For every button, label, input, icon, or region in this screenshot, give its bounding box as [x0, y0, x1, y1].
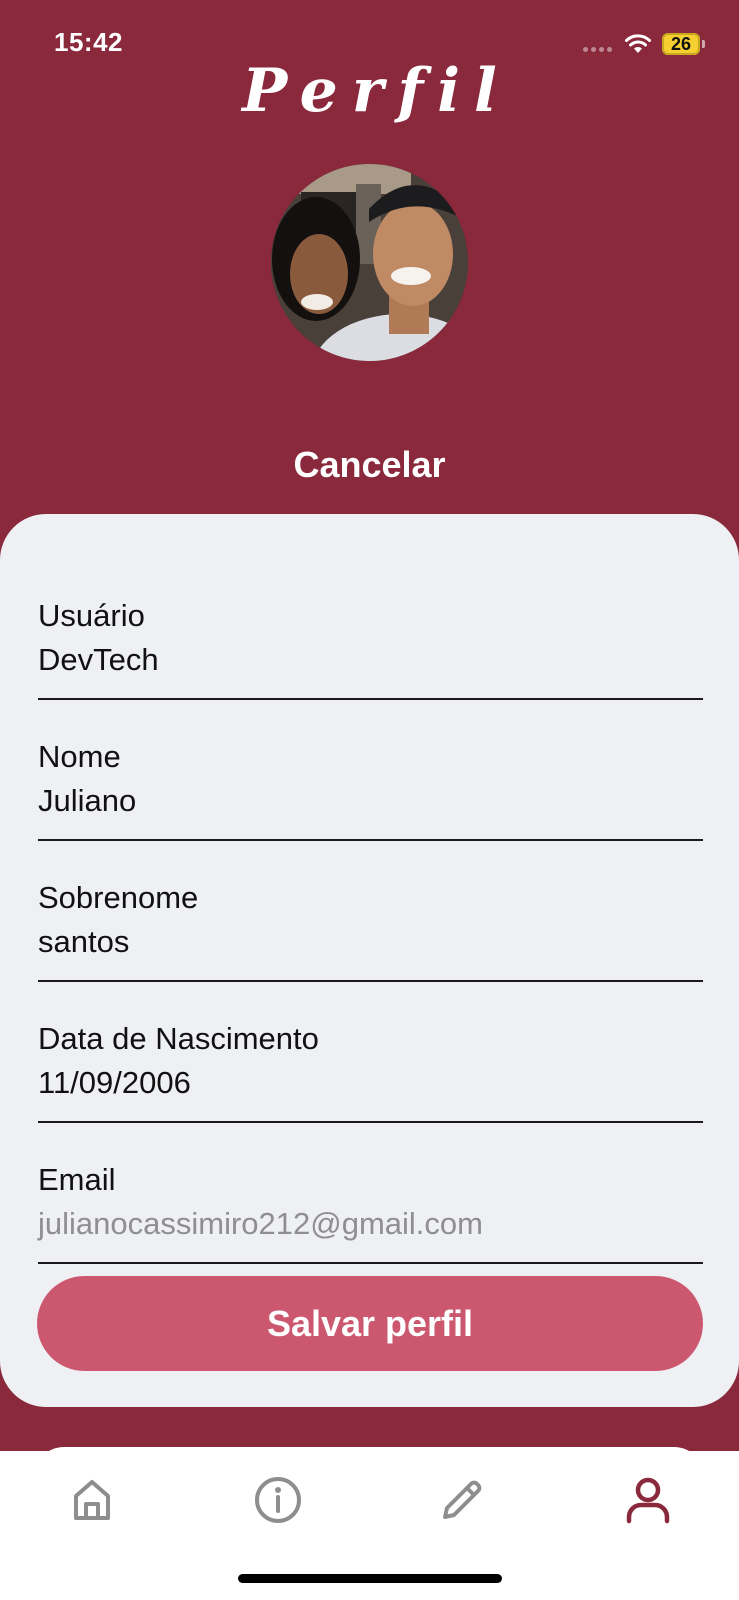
first-name-field[interactable]: Nome Juliano — [38, 737, 703, 841]
signal-icon — [583, 47, 612, 52]
birthdate-field[interactable]: Data de Nascimento 11/09/2006 — [38, 1019, 703, 1123]
save-profile-button[interactable]: Salvar perfil — [37, 1276, 703, 1371]
tab-edit[interactable] — [432, 1470, 492, 1530]
home-icon — [74, 1480, 110, 1520]
last-name-input[interactable]: santos — [38, 922, 703, 962]
avatar[interactable] — [271, 164, 468, 361]
username-field[interactable]: Usuário DevTech — [38, 596, 703, 700]
battery-level: 26 — [670, 34, 692, 54]
birthdate-label: Data de Nascimento — [38, 1021, 319, 1056]
user-icon — [626, 1477, 670, 1524]
tab-info[interactable] — [248, 1470, 308, 1530]
first-name-label: Nome — [38, 739, 121, 774]
info-icon — [255, 1477, 301, 1523]
last-name-field[interactable]: Sobrenome santos — [38, 878, 703, 982]
email-label: Email — [38, 1162, 116, 1197]
first-name-input[interactable]: Juliano — [38, 781, 703, 821]
tab-profile[interactable] — [618, 1470, 678, 1530]
pencil-icon — [443, 1480, 482, 1519]
page-title: Perfil — [242, 56, 511, 126]
home-indicator — [238, 1574, 502, 1583]
wifi-icon — [625, 34, 651, 53]
email-field: Email julianocassimiro212@gmail.com — [38, 1160, 703, 1264]
cancel-button[interactable]: Cancelar — [0, 444, 739, 486]
email-value: julianocassimiro212@gmail.com — [38, 1206, 483, 1241]
username-input[interactable]: DevTech — [38, 640, 703, 680]
battery-icon: 26 — [662, 33, 705, 55]
status-time: 15:42 — [54, 27, 123, 57]
birthdate-input[interactable]: 11/09/2006 — [38, 1063, 703, 1103]
tab-home[interactable] — [62, 1470, 122, 1530]
last-name-label: Sobrenome — [38, 880, 199, 915]
username-label: Usuário — [38, 598, 145, 633]
